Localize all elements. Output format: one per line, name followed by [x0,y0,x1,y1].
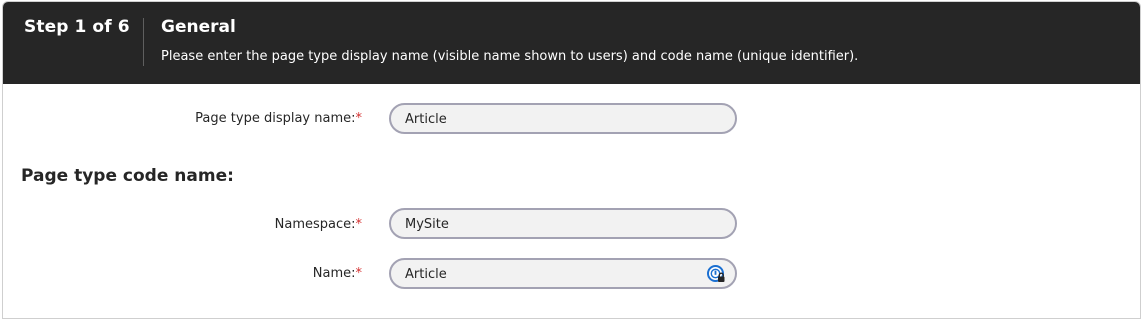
required-marker: * [355,111,363,126]
section-description: Please enter the page type display name … [161,49,859,64]
code-name-heading: Page type code name: [21,166,234,186]
display-name-label-row: Page type display name:* [112,111,362,126]
display-name-label: Page type display name: [195,111,356,126]
wizard-panel: Step 1 of 6 General Please enter the pag… [2,1,1141,319]
name-value: Article [405,267,447,282]
name-input[interactable]: Article [389,258,737,289]
section-title: General [161,17,236,37]
required-marker: * [355,217,363,232]
namespace-label: Namespace: [274,217,356,232]
password-manager-icon[interactable] [707,265,726,284]
namespace-label-row: Namespace:* [112,217,362,232]
name-label: Name: [312,266,356,281]
header-divider [143,18,144,66]
display-name-input[interactable]: Article [389,103,737,134]
namespace-input[interactable]: MySite [389,208,737,239]
namespace-value: MySite [405,217,449,232]
required-marker: * [355,266,363,281]
display-name-value: Article [405,112,447,127]
step-indicator: Step 1 of 6 [24,17,130,37]
wizard-header: Step 1 of 6 General Please enter the pag… [3,2,1140,84]
name-label-row: Name:* [112,266,362,281]
